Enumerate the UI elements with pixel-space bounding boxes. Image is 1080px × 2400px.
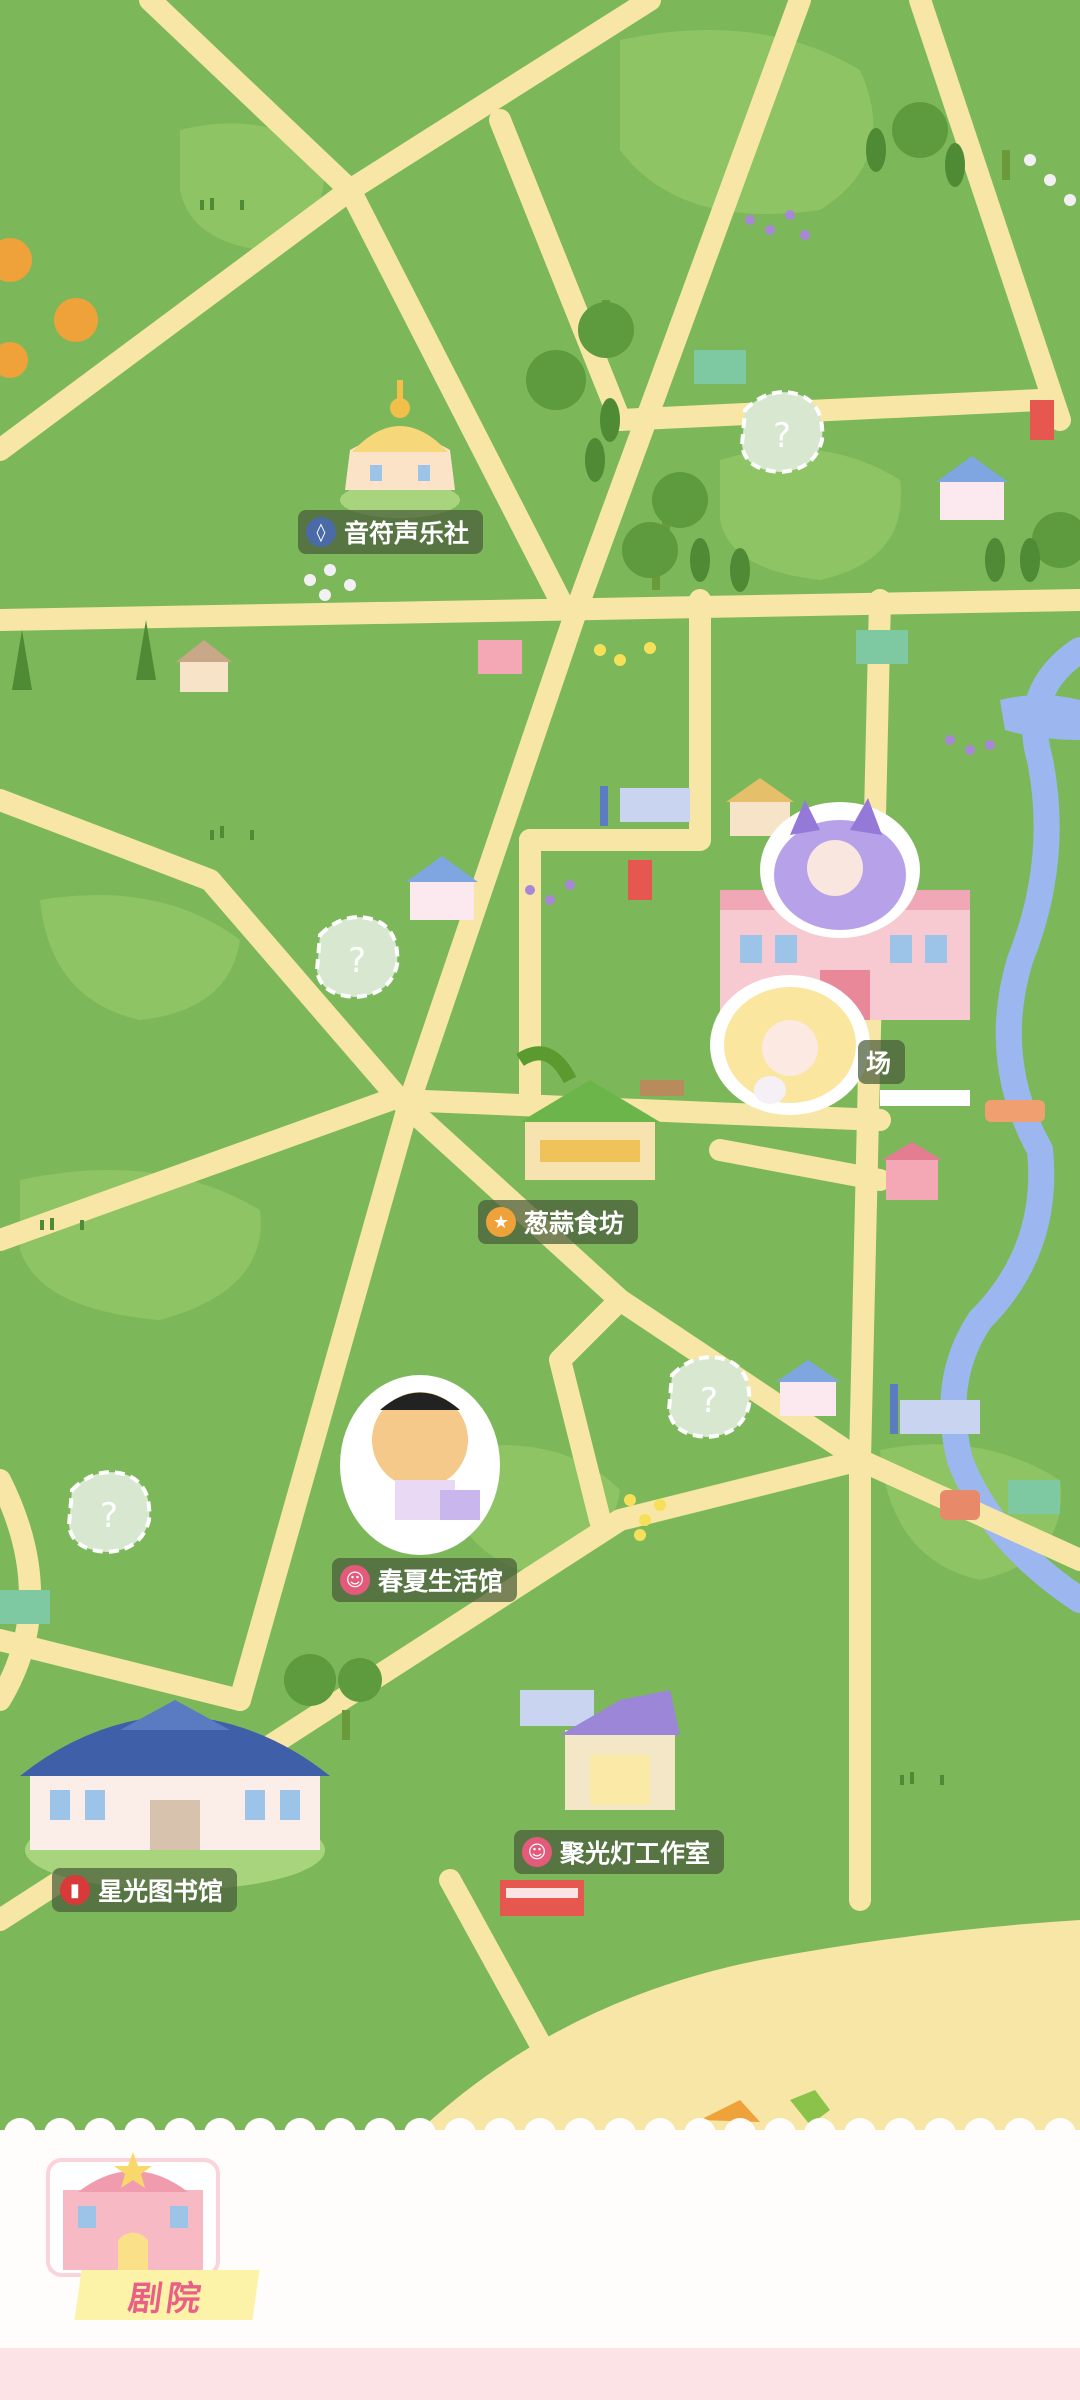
character-sticker-girl[interactable] [340, 1375, 500, 1555]
selected-building-name: 剧院 [74, 2270, 260, 2320]
location-label-library[interactable]: ▮ 星光图书馆 [52, 1868, 238, 1912]
masks-icon: ☺ [340, 1565, 370, 1595]
location-label-food-workshop[interactable]: ★ 葱蒜食坊 [478, 1200, 639, 1244]
location-label-spotlight-studio[interactable]: ☺ 聚光灯工作室 [514, 1830, 725, 1874]
theater-building-card[interactable]: 剧院 [38, 2130, 260, 2330]
location-label-plaza[interactable]: 场 [858, 1040, 906, 1084]
location-name: 春夏生活馆 [378, 1567, 504, 1596]
theater-building-icon [46, 2152, 220, 2277]
graduation-cap-icon: ◊ [306, 517, 336, 547]
unknown-marker: ? [348, 941, 366, 981]
location-name: 聚光灯工作室 [560, 1839, 711, 1868]
character-sticker-blonde[interactable] [710, 975, 870, 1115]
world-map[interactable]: ? ? ? ? [0, 0, 1080, 2130]
location-label-music-club[interactable]: ◊ 音符声乐社 [298, 510, 484, 554]
panel-bottom-bar [0, 2348, 1080, 2400]
unknown-marker: ? [100, 1496, 118, 1536]
building-panel: 剧院 [0, 2118, 1080, 2400]
location-name: 音符声乐社 [344, 519, 470, 548]
location-name: 场 [866, 1049, 892, 1078]
unknown-location-4[interactable]: ? [66, 1470, 152, 1555]
fork-spoon-icon: ★ [486, 1207, 516, 1237]
book-icon: ▮ [60, 1875, 90, 1905]
location-name: 葱蒜食坊 [524, 1209, 625, 1238]
unknown-location-3[interactable]: ? [666, 1355, 752, 1440]
location-name: 星光图书馆 [98, 1877, 224, 1906]
unknown-marker: ? [773, 416, 791, 456]
location-label-spring-summer[interactable]: ☺ 春夏生活馆 [332, 1558, 518, 1602]
unknown-location-2[interactable]: ? [314, 915, 400, 1000]
unknown-location-1[interactable]: ? [739, 390, 825, 475]
masks-icon: ☺ [522, 1837, 552, 1867]
unknown-marker: ? [700, 1381, 718, 1421]
